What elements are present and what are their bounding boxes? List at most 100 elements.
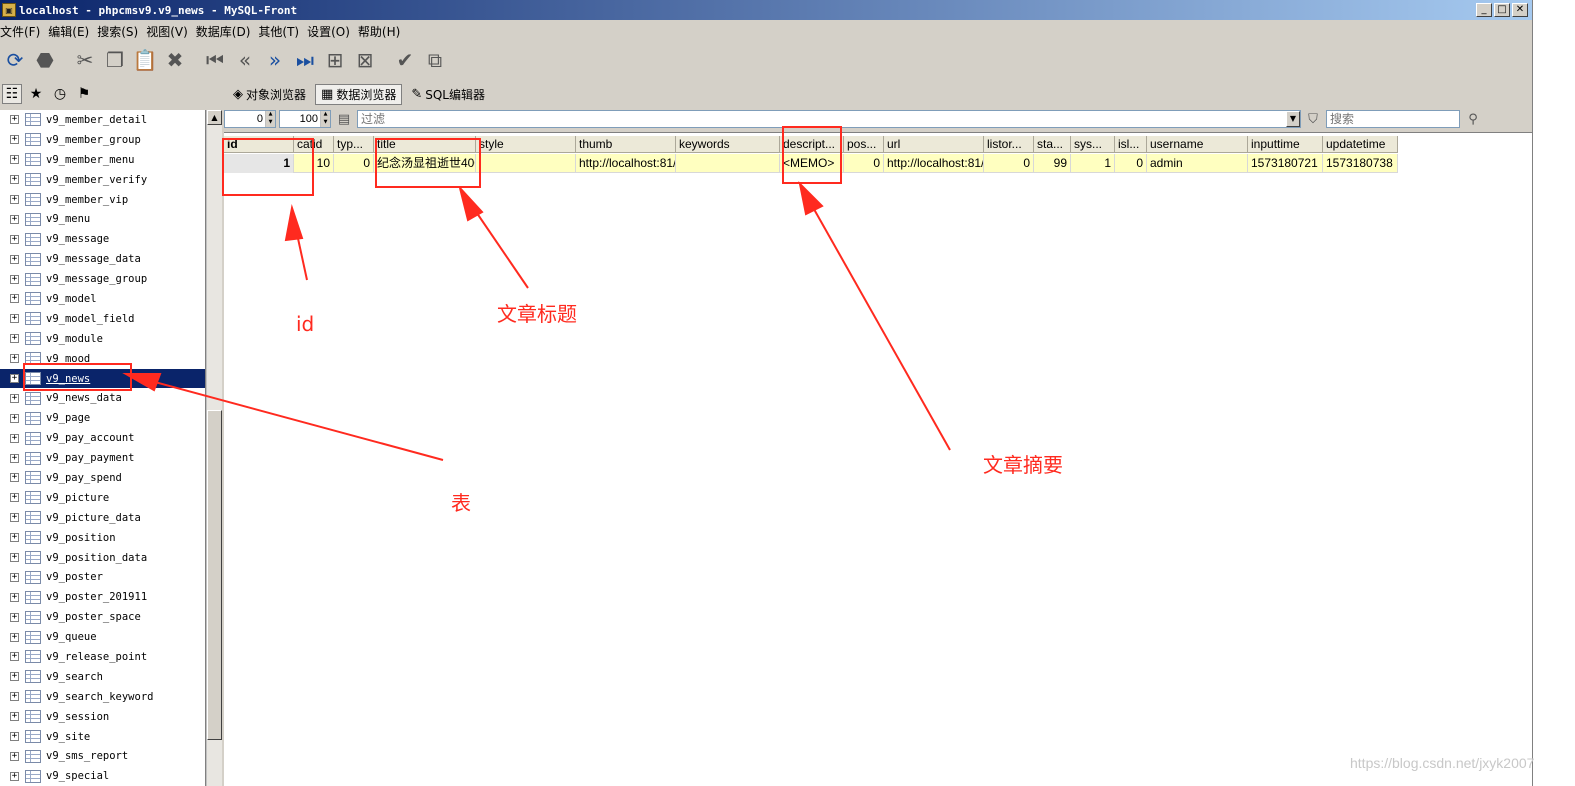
column-header-13[interactable]: isl... [1115,136,1147,153]
table-cell-4[interactable] [476,154,576,173]
menu-item-5[interactable]: 其他(T) [258,23,307,40]
menu-item-0[interactable]: 文件(F) [0,23,48,40]
tree-item-v9_news_data[interactable]: + v9_news_data [0,388,205,408]
table-cell-11[interactable]: 99 [1034,154,1071,173]
expand-icon[interactable]: + [10,214,19,224]
limit-input[interactable] [280,111,320,127]
tree-item-v9_pay_payment[interactable]: + v9_pay_payment [0,448,205,468]
tree-item-v9_page[interactable]: + v9_page [0,408,205,428]
tree-view-icon[interactable]: ☷ [2,84,22,104]
expand-icon[interactable]: + [10,334,19,344]
tree-item-v9_pay_account[interactable]: + v9_pay_account [0,428,205,448]
tree-item-v9_member_group[interactable]: + v9_member_group [0,130,205,150]
tree-item-v9_poster_201911[interactable]: + v9_poster_201911 [0,587,205,607]
tree-item-v9_queue[interactable]: + v9_queue [0,627,205,647]
tree-item-v9_member_vip[interactable]: + v9_member_vip [0,190,205,210]
tree-item-v9_sms_report[interactable]: + v9_sms_report [0,747,205,767]
column-header-8[interactable]: pos... [844,136,884,153]
menu-item-4[interactable]: 数据库(D) [196,23,259,40]
tree-item-v9_site[interactable]: + v9_site [0,727,205,747]
expand-icon[interactable]: + [10,672,19,682]
copy-icon[interactable]: ❐ [102,47,128,73]
tab-1[interactable]: ▦ 数据浏览器 [315,83,403,105]
bookmarks-icon[interactable]: ★ [26,84,46,104]
expand-icon[interactable]: + [10,234,19,244]
tree-item-v9_member_detail[interactable]: + v9_member_detail [0,110,205,130]
table-cell-8[interactable]: 0 [844,154,884,173]
expand-icon[interactable]: + [10,612,19,622]
column-header-2[interactable]: typ... [334,136,374,153]
tree-item-v9_picture_data[interactable]: + v9_picture_data [0,508,205,528]
tree-item-v9_member_verify[interactable]: + v9_member_verify [0,170,205,190]
tab-0[interactable]: ◈ 对象浏览器 [228,84,311,105]
menu-item-3[interactable]: 视图(V) [146,23,196,40]
column-header-4[interactable]: style [476,136,576,153]
history-icon[interactable]: ◷ [50,84,70,104]
expand-icon[interactable]: + [10,294,19,304]
tree-item-v9_message_group[interactable]: + v9_message_group [0,269,205,289]
tree-item-v9_module[interactable]: + v9_module [0,329,205,349]
limit-apply-icon[interactable]: ▤ [334,112,354,127]
menu-item-1[interactable]: 编辑(E) [48,23,97,40]
scroll-thumb[interactable] [207,410,222,740]
insert-record-icon[interactable]: ⊞ [322,47,348,73]
tree-item-v9_picture[interactable]: + v9_picture [0,488,205,508]
expand-icon[interactable]: + [10,473,19,483]
offset-stepper[interactable]: ▲▼ [224,110,276,128]
expand-icon[interactable]: + [10,513,19,523]
tree-item-v9_message_data[interactable]: + v9_message_data [0,249,205,269]
last-icon[interactable]: ⏭ [292,47,318,73]
column-header-5[interactable]: thumb [576,136,676,153]
limit-stepper[interactable]: ▲▼ [279,110,331,128]
table-cell-6[interactable] [676,154,780,173]
cut-icon[interactable]: ✂ [72,47,98,73]
expand-icon[interactable]: + [10,433,19,443]
search-icon[interactable]: ⚲ [1463,112,1483,127]
table-cell-12[interactable]: 1 [1071,154,1115,173]
tree-item-v9_model_field[interactable]: + v9_model_field [0,309,205,329]
expand-icon[interactable]: + [10,572,19,582]
column-header-15[interactable]: inputtime [1248,136,1323,153]
expand-icon[interactable]: + [10,712,19,722]
expand-icon[interactable]: + [10,374,19,384]
funnel-icon[interactable]: ⛉ [1303,112,1323,127]
expand-icon[interactable]: + [10,274,19,284]
expand-icon[interactable]: + [10,592,19,602]
tree-item-v9_poster_space[interactable]: + v9_poster_space [0,607,205,627]
table-cell-13[interactable]: 0 [1115,154,1147,173]
expand-icon[interactable]: + [10,652,19,662]
expand-icon[interactable]: + [10,493,19,503]
menu-item-6[interactable]: 设置(O) [307,23,358,40]
expand-icon[interactable]: + [10,732,19,742]
column-header-12[interactable]: sys... [1071,136,1115,153]
offset-input[interactable] [225,111,265,127]
expand-icon[interactable]: + [10,354,19,364]
table-cell-15[interactable]: 1573180721 [1248,154,1323,173]
table-cell-5[interactable]: http://localhost:81/ [576,154,676,173]
expand-icon[interactable]: + [10,553,19,563]
tree-item-v9_position_data[interactable]: + v9_position_data [0,548,205,568]
tree-item-v9_pay_spend[interactable]: + v9_pay_spend [0,468,205,488]
menu-item-2[interactable]: 搜索(S) [97,23,146,40]
expand-icon[interactable]: + [10,115,19,125]
scroll-up-icon[interactable]: ▲ [207,110,222,125]
expand-icon[interactable]: + [10,314,19,324]
next-icon[interactable]: » [262,47,288,73]
maximize-button[interactable]: □ [1494,3,1510,17]
first-icon[interactable]: ⏮ [202,47,228,73]
expand-icon[interactable]: + [10,692,19,702]
minimize-button[interactable]: _ [1476,3,1492,17]
tree-item-v9_member_menu[interactable]: + v9_member_menu [0,150,205,170]
cancel-icon[interactable]: ⧉ [422,47,448,73]
paste-icon[interactable]: 📋 [132,47,158,73]
column-header-14[interactable]: username [1147,136,1248,153]
expand-icon[interactable]: + [10,195,19,204]
search-input[interactable] [1326,110,1460,128]
tree-scrollbar[interactable]: ▲ [206,110,222,786]
expand-icon[interactable]: + [10,771,19,781]
tree-item-v9_menu[interactable]: + v9_menu [0,209,205,229]
refresh-icon[interactable]: ⟳ [2,47,28,73]
expand-icon[interactable]: + [10,254,19,264]
expand-icon[interactable]: + [10,533,19,543]
expand-icon[interactable]: + [10,393,19,403]
